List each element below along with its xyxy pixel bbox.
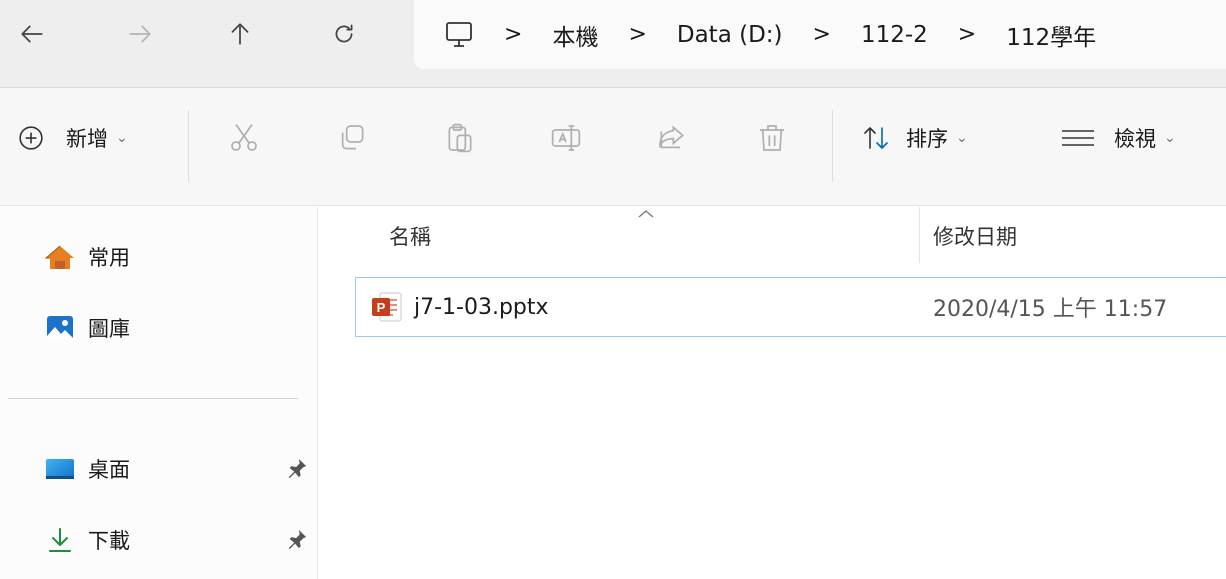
- chevron-down-icon: ⌄: [956, 130, 968, 146]
- computer-icon: [446, 21, 472, 47]
- breadcrumb-separator: >: [957, 22, 977, 47]
- column-header-label: 修改日期: [933, 225, 1017, 249]
- arrow-right-icon: [129, 25, 151, 43]
- chevron-down-icon: ⌄: [1164, 130, 1176, 146]
- new-label: 新增: [66, 127, 108, 151]
- copy-button[interactable]: [322, 110, 382, 166]
- breadcrumb-item-this-pc[interactable]: 本機: [552, 18, 598, 52]
- file-row[interactable]: P j7-1-03.pptx 2020/4/15 上午 11:57: [355, 277, 1226, 337]
- sidebar-item-desktop[interactable]: 桌面: [44, 449, 314, 489]
- paste-button[interactable]: [430, 110, 490, 166]
- paste-icon: [448, 123, 472, 153]
- delete-icon: [760, 125, 784, 151]
- sidebar-item-gallery[interactable]: 圖庫: [44, 308, 314, 348]
- breadcrumb-separator: >: [504, 22, 523, 47]
- view-button[interactable]: 檢視 ⌄: [1060, 110, 1176, 166]
- rename-button[interactable]: [536, 110, 596, 166]
- sort-button[interactable]: 排序 ⌄: [862, 110, 968, 166]
- pin-icon[interactable]: [286, 528, 308, 550]
- delete-button[interactable]: [742, 110, 802, 166]
- powerpoint-file-icon: P: [372, 292, 402, 322]
- arrow-up-icon: [231, 23, 249, 45]
- share-button[interactable]: [642, 110, 702, 166]
- sidebar-item-label: 桌面: [88, 458, 130, 482]
- chevron-down-icon: ⌄: [116, 130, 128, 146]
- home-icon: [44, 245, 74, 269]
- gallery-icon: [47, 316, 73, 340]
- file-name: j7-1-03.pptx: [414, 294, 549, 320]
- breadcrumb-item-data-drive[interactable]: Data (D:): [677, 22, 783, 48]
- copy-icon: [341, 125, 364, 150]
- sidebar-item-label: 常用: [88, 246, 130, 270]
- pin-icon[interactable]: [286, 457, 308, 479]
- sidebar-item-label: 圖庫: [88, 317, 130, 341]
- cut-icon: [231, 124, 257, 151]
- forward-button[interactable]: [118, 10, 162, 58]
- arrow-left-icon: [21, 25, 43, 43]
- sidebar-divider: [8, 398, 298, 399]
- file-modified-date: 2020/4/15 上午 11:57: [933, 297, 1168, 322]
- file-name-cell: P j7-1-03.pptx: [370, 278, 549, 336]
- share-icon: [659, 125, 684, 149]
- refresh-button[interactable]: [322, 10, 366, 58]
- download-icon: [49, 528, 71, 552]
- sidebar-item-label: 下載: [88, 529, 130, 553]
- back-button[interactable]: [10, 10, 54, 58]
- svg-text:P: P: [377, 300, 386, 315]
- navigation-pane: 常用 圖庫 桌面 下載: [0, 207, 318, 579]
- column-divider[interactable]: [919, 207, 920, 263]
- column-header-label: 名稱: [389, 225, 431, 249]
- sidebar-item-downloads[interactable]: 下載: [44, 520, 314, 560]
- rename-icon: [551, 125, 581, 151]
- breadcrumb-item-112-year[interactable]: 112學年: [1006, 18, 1096, 52]
- sort-label: 排序: [906, 127, 948, 151]
- up-button[interactable]: [218, 10, 262, 58]
- toolbar-divider: [188, 110, 189, 182]
- cut-button[interactable]: [214, 110, 274, 166]
- new-button[interactable]: 新增 ⌄: [18, 110, 128, 166]
- address-row: > 本機 > Data (D:) > 112-2 > 112學年: [0, 0, 1226, 88]
- command-bar: 新增 ⌄ 排序 ⌄ 檢視 ⌄: [0, 88, 1226, 206]
- sidebar-item-home[interactable]: 常用: [44, 237, 314, 277]
- sort-icon: [864, 127, 888, 149]
- desktop-icon: [46, 459, 74, 479]
- breadcrumb-separator: >: [812, 22, 831, 47]
- column-header-modified[interactable]: 修改日期: [933, 207, 1017, 265]
- toolbar-divider: [832, 110, 833, 182]
- breadcrumb-separator: >: [628, 22, 647, 47]
- view-label: 檢視: [1114, 127, 1156, 151]
- plus-circle-icon: [19, 126, 43, 150]
- address-bar[interactable]: > 本機 > Data (D:) > 112-2 > 112學年: [414, 0, 1226, 69]
- view-icon: [1062, 130, 1094, 146]
- breadcrumb-item-112-2[interactable]: 112-2: [861, 22, 928, 48]
- sort-ascending-icon: [638, 210, 654, 218]
- file-list: 名稱 修改日期 P j7-1-03.pptx 2020/4/15 上午 11:5…: [319, 207, 1226, 579]
- column-header-name[interactable]: 名稱: [389, 207, 431, 265]
- refresh-icon: [335, 24, 353, 43]
